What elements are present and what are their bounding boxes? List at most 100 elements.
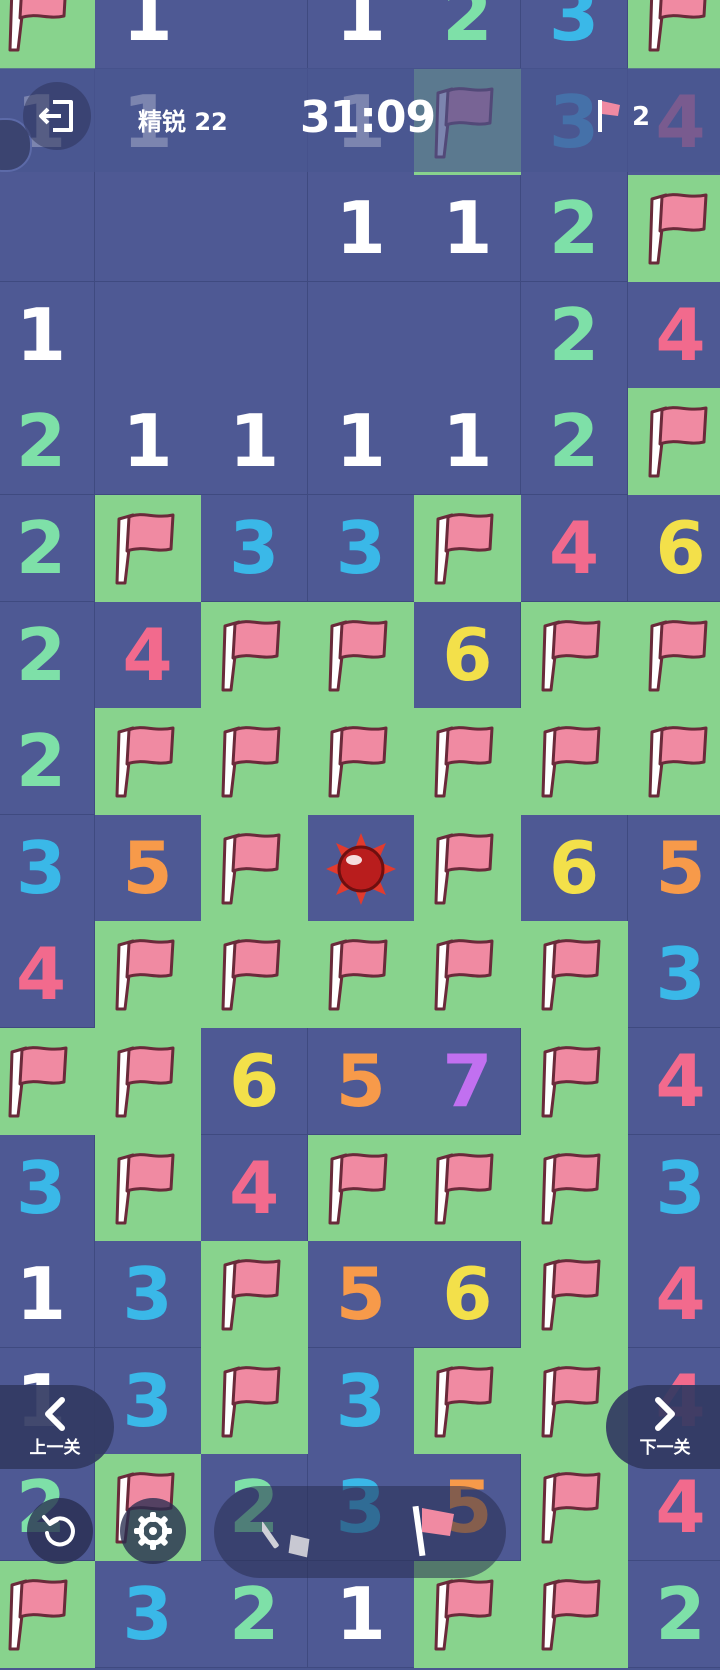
flagged-cell[interactable] [414, 1347, 522, 1455]
flagged-cell[interactable] [94, 1028, 202, 1135]
flagged-cell[interactable] [521, 1028, 628, 1135]
number-cell[interactable]: 3 [201, 495, 309, 602]
number-cell[interactable]: 6 [521, 814, 628, 922]
number-cell[interactable]: 3 [0, 814, 95, 922]
number-cell[interactable]: 2 [414, 0, 522, 69]
number-cell[interactable]: 4 [94, 601, 202, 709]
flagged-cell[interactable] [94, 495, 202, 602]
empty-cell[interactable] [0, 175, 95, 283]
number-cell[interactable]: 3 [94, 1561, 202, 1668]
flagged-cell[interactable] [627, 175, 720, 283]
flagged-cell[interactable] [94, 1134, 202, 1242]
empty-cell[interactable] [414, 281, 522, 389]
number-cell[interactable]: 4 [627, 281, 720, 389]
prev-level-button[interactable]: 上一关 [0, 1385, 114, 1469]
flagged-cell[interactable] [307, 1134, 415, 1242]
number-cell[interactable]: 5 [627, 814, 720, 922]
flagged-cell[interactable] [521, 1561, 628, 1668]
mine-cell[interactable] [307, 814, 415, 922]
flagged-cell[interactable] [627, 708, 720, 816]
number-cell[interactable]: 1 [0, 1241, 95, 1349]
number-cell[interactable]: 2 [0, 601, 95, 709]
number-cell[interactable]: 4 [0, 921, 95, 1029]
flagged-cell[interactable] [414, 921, 522, 1029]
number-cell[interactable]: 6 [414, 601, 522, 709]
number-cell[interactable]: 7 [414, 1028, 522, 1135]
number-cell[interactable]: 1 [94, 388, 202, 496]
number-cell[interactable]: 2 [521, 281, 628, 389]
flagged-cell[interactable] [307, 601, 415, 709]
flag-tool-icon[interactable] [410, 1500, 462, 1564]
number-cell[interactable]: 1 [307, 0, 415, 69]
number-cell[interactable]: 1 [0, 281, 95, 389]
flagged-cell[interactable] [627, 601, 720, 709]
flagged-cell[interactable] [414, 814, 522, 922]
empty-cell[interactable] [94, 281, 202, 389]
flagged-cell[interactable] [201, 1347, 309, 1455]
flagged-cell[interactable] [627, 0, 720, 69]
number-cell[interactable]: 1 [414, 175, 522, 283]
flagged-cell[interactable] [521, 1454, 628, 1562]
number-cell[interactable]: 3 [307, 1347, 415, 1455]
empty-cell[interactable] [201, 175, 309, 283]
flagged-cell[interactable] [307, 708, 415, 816]
empty-cell[interactable] [307, 281, 415, 389]
number-cell[interactable]: 1 [307, 388, 415, 496]
number-cell[interactable]: 3 [94, 1241, 202, 1349]
empty-cell[interactable] [201, 0, 309, 69]
number-cell[interactable]: 3 [627, 1134, 720, 1242]
number-cell[interactable]: 4 [627, 1028, 720, 1135]
number-cell[interactable]: 3 [521, 0, 628, 69]
flagged-cell[interactable] [0, 0, 95, 69]
number-cell[interactable]: 1 [201, 388, 309, 496]
number-cell[interactable]: 1 [307, 175, 415, 283]
number-cell[interactable]: 2 [0, 495, 95, 602]
flagged-cell[interactable] [414, 1134, 522, 1242]
flagged-cell[interactable] [521, 1241, 628, 1349]
number-cell[interactable]: 2 [521, 388, 628, 496]
flagged-cell[interactable] [0, 1028, 95, 1135]
number-cell[interactable]: 4 [627, 1454, 720, 1562]
flagged-cell[interactable] [414, 495, 522, 602]
flagged-cell[interactable] [201, 601, 309, 709]
shovel-icon[interactable] [262, 1500, 322, 1564]
flagged-cell[interactable] [627, 388, 720, 496]
flagged-cell[interactable] [414, 708, 522, 816]
number-cell[interactable]: 6 [201, 1028, 309, 1135]
flagged-cell[interactable] [201, 921, 309, 1029]
flagged-cell[interactable] [201, 814, 309, 922]
flagged-cell[interactable] [307, 921, 415, 1029]
number-cell[interactable]: 4 [201, 1134, 309, 1242]
number-cell[interactable]: 2 [521, 175, 628, 283]
flagged-cell[interactable] [521, 708, 628, 816]
number-cell[interactable]: 2 [0, 708, 95, 816]
number-cell[interactable]: 5 [307, 1241, 415, 1349]
number-cell[interactable]: 2 [627, 1561, 720, 1668]
number-cell[interactable]: 1 [414, 388, 522, 496]
number-cell[interactable]: 3 [0, 1134, 95, 1242]
number-cell[interactable]: 3 [627, 921, 720, 1029]
empty-cell[interactable] [94, 175, 202, 283]
number-cell[interactable]: 3 [307, 495, 415, 602]
flagged-cell[interactable] [201, 708, 309, 816]
flagged-cell[interactable] [94, 921, 202, 1029]
next-level-button[interactable]: 下一关 [606, 1385, 720, 1469]
flagged-cell[interactable] [201, 1241, 309, 1349]
number-cell[interactable]: 6 [627, 495, 720, 602]
number-cell[interactable]: 5 [307, 1028, 415, 1135]
number-cell[interactable]: 4 [521, 495, 628, 602]
number-cell[interactable]: 1 [94, 0, 202, 69]
flagged-cell[interactable] [521, 601, 628, 709]
flagged-cell[interactable] [0, 1561, 95, 1668]
flagged-cell[interactable] [521, 1134, 628, 1242]
number-cell[interactable]: 6 [414, 1241, 522, 1349]
number-cell[interactable]: 4 [627, 1241, 720, 1349]
number-cell[interactable]: 2 [0, 388, 95, 496]
empty-cell[interactable] [201, 281, 309, 389]
settings-button[interactable] [120, 1498, 186, 1564]
undo-button[interactable] [27, 1498, 93, 1564]
flagged-cell[interactable] [521, 921, 628, 1029]
number-cell[interactable]: 5 [94, 814, 202, 922]
exit-button[interactable] [23, 82, 91, 150]
flagged-cell[interactable] [94, 708, 202, 816]
